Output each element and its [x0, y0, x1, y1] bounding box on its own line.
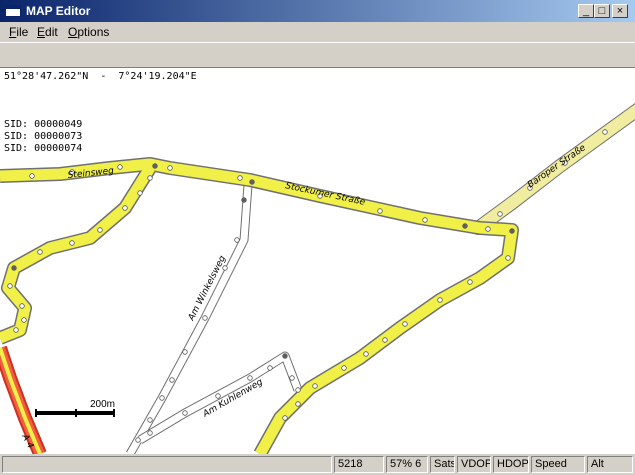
map-node[interactable]: [159, 395, 165, 401]
map-node[interactable]: [135, 437, 141, 443]
map-node[interactable]: [19, 303, 25, 309]
toolbar: [0, 42, 635, 68]
sid-line-1: SID: 00000049: [4, 119, 83, 130]
map-node[interactable]: [237, 175, 243, 181]
map-node[interactable]: [295, 387, 301, 393]
map-node[interactable]: [182, 349, 188, 355]
map-node[interactable]: [282, 415, 288, 421]
map-junction-node[interactable]: [153, 164, 157, 168]
map-junction-node[interactable]: [283, 354, 287, 358]
window-title: MAP Editor: [26, 4, 91, 18]
status-panel-speed: Speed: [531, 456, 585, 473]
scale-bar-label: 200m: [90, 399, 116, 410]
map-canvas[interactable]: Steinsweg Stockumer Straße Baroper Straß…: [0, 68, 635, 454]
map-node[interactable]: [137, 190, 143, 196]
map-node[interactable]: [497, 211, 503, 217]
map-node[interactable]: [167, 165, 173, 171]
app-window-icon[interactable]: [5, 5, 21, 17]
map-node[interactable]: [29, 173, 35, 179]
map-node[interactable]: [247, 375, 253, 381]
map-node[interactable]: [169, 377, 175, 383]
scale-bar: [35, 409, 115, 417]
map-node[interactable]: [341, 365, 347, 371]
status-panel-sats: Sats: [430, 456, 455, 473]
map-node[interactable]: [467, 279, 473, 285]
map-node[interactable]: [402, 321, 408, 327]
scale-bar-tick-right: [113, 409, 115, 417]
map-node[interactable]: [122, 205, 128, 211]
map-node[interactable]: [202, 315, 208, 321]
map-node[interactable]: [295, 401, 301, 407]
map-junction-node[interactable]: [510, 229, 514, 233]
map-node[interactable]: [147, 417, 153, 423]
map-node[interactable]: [382, 337, 388, 343]
map-node[interactable]: [37, 249, 43, 255]
map-node[interactable]: [7, 283, 13, 289]
map-junction-node[interactable]: [250, 180, 254, 184]
map-junction-node[interactable]: [242, 198, 246, 202]
map-node[interactable]: [377, 208, 383, 214]
title-bar[interactable]: MAP Editor _ □ ×: [0, 0, 635, 22]
menu-file[interactable]: File: [9, 25, 28, 39]
status-panel-message: [2, 456, 332, 473]
map-node[interactable]: [21, 317, 27, 323]
map-drawing[interactable]: Steinsweg Stockumer Straße Baroper Straß…: [0, 68, 635, 454]
status-panel-count: 5218: [334, 456, 384, 473]
map-node[interactable]: [602, 129, 608, 135]
menu-bar: File Edit Options: [0, 22, 635, 42]
coordinate-readout: 51°28'47.262"N - 7°24'19.204"E: [4, 71, 197, 82]
status-panel-percent: 57% 6: [386, 456, 428, 473]
map-node[interactable]: [13, 327, 19, 333]
map-node[interactable]: [97, 227, 103, 233]
label-baroper: Baroper Straße: [526, 143, 588, 191]
maximize-button[interactable]: □: [594, 4, 610, 18]
sid-line-2: SID: 00000073: [4, 131, 83, 142]
map-node[interactable]: [437, 297, 443, 303]
status-panel-hdop: HDOP: [493, 456, 529, 473]
status-bar: 5218 57% 6 Sats VDOP HDOP Speed Alt: [0, 454, 635, 475]
status-panel-vdop: VDOP: [457, 456, 491, 473]
map-node[interactable]: [289, 375, 295, 381]
sid-line-3: SID: 00000074: [4, 143, 83, 154]
map-node[interactable]: [147, 430, 153, 436]
map-node[interactable]: [69, 240, 75, 246]
minimize-button[interactable]: _: [578, 4, 594, 18]
map-node[interactable]: [117, 164, 123, 170]
map-junction-node[interactable]: [12, 266, 16, 270]
map-node[interactable]: [363, 351, 369, 357]
scale-bar-tick-left: [35, 409, 37, 417]
menu-options[interactable]: Options: [68, 25, 109, 39]
status-panel-alt: Alt: [587, 456, 633, 473]
map-node[interactable]: [267, 365, 273, 371]
map-node[interactable]: [182, 410, 188, 416]
app-window: MAP Editor _ □ × File Edit Options Stein…: [0, 0, 635, 475]
map-node[interactable]: [505, 255, 511, 261]
map-node[interactable]: [312, 383, 318, 389]
menu-edit[interactable]: Edit: [37, 25, 58, 39]
close-button[interactable]: ×: [612, 4, 628, 18]
map-node[interactable]: [147, 175, 153, 181]
map-node[interactable]: [422, 217, 428, 223]
map-node[interactable]: [215, 393, 221, 399]
map-node[interactable]: [234, 237, 240, 243]
scale-bar-tick-mid: [75, 409, 77, 417]
map-junction-node[interactable]: [463, 224, 467, 228]
map-node[interactable]: [485, 226, 491, 232]
